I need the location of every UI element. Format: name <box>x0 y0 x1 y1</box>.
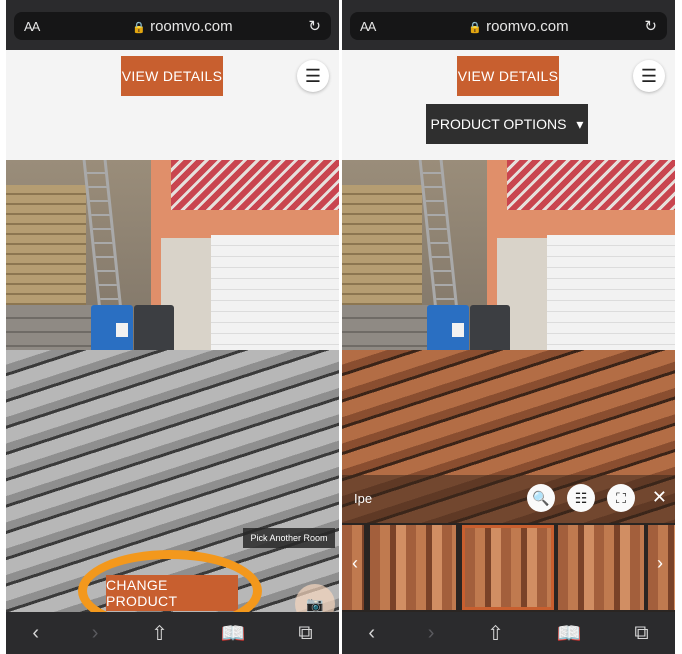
product-thumbnail[interactable] <box>370 525 456 610</box>
lock-icon: 🔒 <box>468 21 483 34</box>
view-details-button[interactable]: VIEW DETAILS <box>457 56 559 96</box>
chevron-down-icon: ▾ <box>576 115 584 132</box>
page-header: VIEW DETAILS ☰ PRODUCT OPTIONS ▾ <box>342 50 675 160</box>
garage-door <box>211 235 339 365</box>
bookmarks-icon[interactable]: 📖 <box>221 621 246 646</box>
wood-stack <box>6 185 86 305</box>
balcony-railing <box>171 160 339 210</box>
address-bar[interactable]: AA 🔒 roomvo.com ↻ <box>14 12 331 40</box>
product-name: Ipe <box>354 491 373 506</box>
browser-bottom-bar: ‹ › ⇧ 📖 ⧉ <box>6 612 339 654</box>
pick-another-room-button[interactable]: Pick Another Room <box>243 528 335 548</box>
filter-icon[interactable]: ☷ <box>567 484 595 512</box>
right-screen: AA 🔒 roomvo.com ↻ VIEW DETAILS ☰ PRODUCT … <box>342 0 675 654</box>
room-preview: Pick Another Room CHANGE PRODUCT 📷 <box>6 160 339 612</box>
menu-icon[interactable]: ☰ <box>633 60 665 92</box>
fullscreen-icon[interactable]: ⛶ <box>607 484 635 512</box>
wood-stack <box>342 185 422 305</box>
product-options-label: PRODUCT OPTIONS <box>430 116 567 132</box>
grey-deck-floor <box>6 350 339 612</box>
product-thumbnail[interactable] <box>558 525 644 610</box>
address-bar[interactable]: AA 🔒 roomvo.com ↻ <box>350 12 667 40</box>
browser-top-bar: AA 🔒 roomvo.com ↻ <box>6 0 339 50</box>
close-icon[interactable]: ✕ <box>652 487 667 508</box>
url-text: roomvo.com <box>150 17 233 35</box>
chevron-left-icon[interactable]: ‹ <box>352 553 358 574</box>
left-screen: AA 🔒 roomvo.com ↻ VIEW DETAILS ☰ Pick Ano… <box>6 0 339 654</box>
back-icon[interactable]: ‹ <box>32 622 39 645</box>
lock-icon: 🔒 <box>132 21 147 34</box>
reload-icon[interactable]: ↻ <box>637 17 657 35</box>
forward-icon[interactable]: › <box>428 622 435 645</box>
product-options-dropdown[interactable]: PRODUCT OPTIONS ▾ <box>426 104 588 144</box>
text-size-button[interactable]: AA <box>360 19 400 34</box>
chevron-right-icon[interactable]: › <box>657 553 663 574</box>
balcony-railing <box>507 160 675 210</box>
tabs-icon[interactable]: ⧉ <box>298 622 312 645</box>
browser-bottom-bar: ‹ › ⇧ 📖 ⧉ <box>342 612 675 654</box>
product-thumbnail-selected[interactable] <box>462 525 554 610</box>
search-icon[interactable]: 🔍 <box>527 484 555 512</box>
forward-icon[interactable]: › <box>92 622 99 645</box>
back-icon[interactable]: ‹ <box>368 622 375 645</box>
browser-top-bar: AA 🔒 roomvo.com ↻ <box>342 0 675 50</box>
menu-icon[interactable]: ☰ <box>297 60 329 92</box>
page-header: VIEW DETAILS ☰ <box>6 50 339 160</box>
garage-door <box>547 235 675 365</box>
bookmarks-icon[interactable]: 📖 <box>557 621 582 646</box>
product-thumbnail-strip: ‹ › <box>342 523 675 612</box>
url-display[interactable]: 🔒 roomvo.com <box>400 18 637 35</box>
product-panel: Ipe 🔍 ☷ ⛶ ✕ ‹ › <box>342 475 675 612</box>
text-size-button[interactable]: AA <box>24 19 64 34</box>
share-icon[interactable]: ⇧ <box>151 621 168 646</box>
url-text: roomvo.com <box>486 17 569 35</box>
reload-icon[interactable]: ↻ <box>301 17 321 35</box>
change-product-button[interactable]: CHANGE PRODUCT <box>106 575 238 611</box>
url-display[interactable]: 🔒 roomvo.com <box>64 18 301 35</box>
tabs-icon[interactable]: ⧉ <box>634 622 648 645</box>
share-icon[interactable]: ⇧ <box>487 621 504 646</box>
view-details-button[interactable]: VIEW DETAILS <box>121 56 223 96</box>
